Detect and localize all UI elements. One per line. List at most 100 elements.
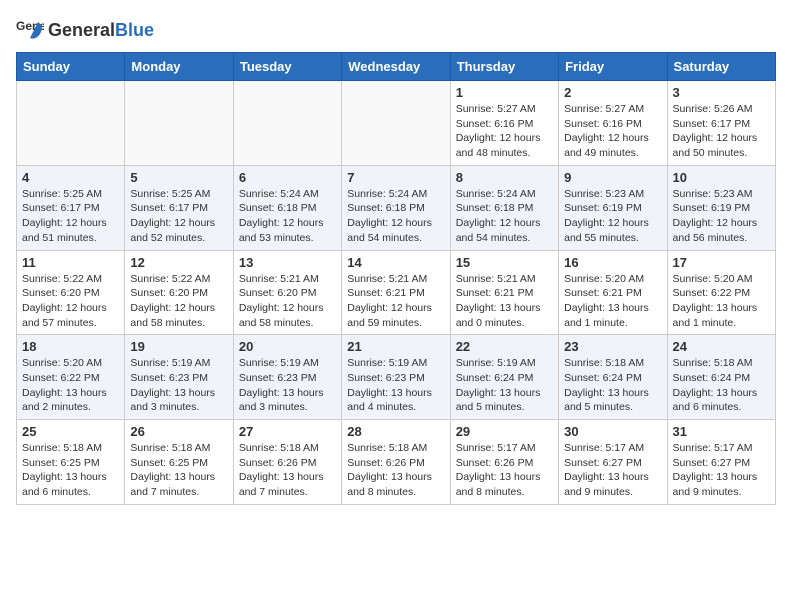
- day-detail: Sunrise: 5:23 AM Sunset: 6:19 PM Dayligh…: [564, 187, 661, 246]
- calendar-cell: 20Sunrise: 5:19 AM Sunset: 6:23 PM Dayli…: [233, 335, 341, 420]
- calendar-cell: 19Sunrise: 5:19 AM Sunset: 6:23 PM Dayli…: [125, 335, 233, 420]
- calendar-cell: 25Sunrise: 5:18 AM Sunset: 6:25 PM Dayli…: [17, 420, 125, 505]
- weekday-header-wednesday: Wednesday: [342, 53, 450, 81]
- calendar-cell: 13Sunrise: 5:21 AM Sunset: 6:20 PM Dayli…: [233, 250, 341, 335]
- calendar-cell: 10 Sunrise: 5:23 AM Sunset: 6:19 PM Dayli…: [667, 165, 775, 250]
- day-number: 8: [456, 170, 553, 185]
- day-number: 1: [456, 85, 553, 100]
- day-detail: Sunrise: 5:17 AM Sunset: 6:26 PM Dayligh…: [456, 441, 553, 500]
- calendar-cell: 15 Sunrise: 5:21 AM Sunset: 6:21 PM Dayli…: [450, 250, 558, 335]
- calendar-cell: 14 Sunrise: 5:21 AM Sunset: 6:21 PM Dayli…: [342, 250, 450, 335]
- day-number: 9: [564, 170, 661, 185]
- logo-general: General: [48, 20, 115, 40]
- day-detail: Sunrise: 5:21 AM Sunset: 6:21 PM Dayligh…: [456, 272, 553, 331]
- calendar-cell: 31Sunrise: 5:17 AM Sunset: 6:27 PM Dayli…: [667, 420, 775, 505]
- logo: General GeneralBlue: [16, 16, 154, 44]
- day-detail: Sunrise: 5:23 AM Sunset: 6:19 PM Dayligh…: [673, 187, 770, 246]
- weekday-header-row: SundayMondayTuesdayWednesdayThursdayFrid…: [17, 53, 776, 81]
- calendar-cell: [233, 81, 341, 166]
- calendar-cell: 29 Sunrise: 5:17 AM Sunset: 6:26 PM Dayli…: [450, 420, 558, 505]
- calendar-cell: 2 Sunrise: 5:27 AM Sunset: 6:16 PM Daylig…: [559, 81, 667, 166]
- day-detail: Sunrise: 5:18 AM Sunset: 6:25 PM Dayligh…: [130, 441, 227, 500]
- day-number: 17: [673, 255, 770, 270]
- calendar-cell: 5 Sunrise: 5:25 AM Sunset: 6:17 PM Daylig…: [125, 165, 233, 250]
- day-detail: Sunrise: 5:21 AM Sunset: 6:20 PM Dayligh…: [239, 272, 336, 331]
- day-number: 10: [673, 170, 770, 185]
- calendar-cell: 22 Sunrise: 5:19 AM Sunset: 6:24 PM Dayli…: [450, 335, 558, 420]
- day-detail: Sunrise: 5:21 AM Sunset: 6:21 PM Dayligh…: [347, 272, 444, 331]
- day-number: 12: [130, 255, 227, 270]
- day-detail: Sunrise: 5:24 AM Sunset: 6:18 PM Dayligh…: [347, 187, 444, 246]
- day-number: 2: [564, 85, 661, 100]
- week-row-2: 4 Sunrise: 5:25 AM Sunset: 6:17 PM Daylig…: [17, 165, 776, 250]
- day-detail: Sunrise: 5:17 AM Sunset: 6:27 PM Dayligh…: [564, 441, 661, 500]
- weekday-header-saturday: Saturday: [667, 53, 775, 81]
- day-detail: Sunrise: 5:18 AM Sunset: 6:24 PM Dayligh…: [673, 356, 770, 415]
- day-number: 15: [456, 255, 553, 270]
- day-detail: Sunrise: 5:27 AM Sunset: 6:16 PM Dayligh…: [456, 102, 553, 161]
- calendar-cell: 21 Sunrise: 5:19 AM Sunset: 6:23 PM Dayli…: [342, 335, 450, 420]
- calendar-cell: 16 Sunrise: 5:20 AM Sunset: 6:21 PM Dayli…: [559, 250, 667, 335]
- calendar-cell: 6 Sunrise: 5:24 AM Sunset: 6:18 PM Daylig…: [233, 165, 341, 250]
- calendar-cell: 1 Sunrise: 5:27 AM Sunset: 6:16 PM Daylig…: [450, 81, 558, 166]
- day-detail: Sunrise: 5:27 AM Sunset: 6:16 PM Dayligh…: [564, 102, 661, 161]
- calendar-cell: 28Sunrise: 5:18 AM Sunset: 6:26 PM Dayli…: [342, 420, 450, 505]
- day-detail: Sunrise: 5:19 AM Sunset: 6:23 PM Dayligh…: [347, 356, 444, 415]
- calendar-cell: 17 Sunrise: 5:20 AM Sunset: 6:22 PM Dayli…: [667, 250, 775, 335]
- weekday-header-tuesday: Tuesday: [233, 53, 341, 81]
- day-number: 21: [347, 339, 444, 354]
- day-number: 5: [130, 170, 227, 185]
- day-number: 29: [456, 424, 553, 439]
- day-number: 18: [22, 339, 119, 354]
- day-number: 27: [239, 424, 336, 439]
- day-detail: Sunrise: 5:25 AM Sunset: 6:17 PM Dayligh…: [22, 187, 119, 246]
- day-number: 22: [456, 339, 553, 354]
- day-detail: Sunrise: 5:19 AM Sunset: 6:24 PM Dayligh…: [456, 356, 553, 415]
- weekday-header-thursday: Thursday: [450, 53, 558, 81]
- header: General GeneralBlue: [16, 16, 776, 44]
- day-number: 28: [347, 424, 444, 439]
- calendar-cell: 24 Sunrise: 5:18 AM Sunset: 6:24 PM Dayli…: [667, 335, 775, 420]
- day-detail: Sunrise: 5:20 AM Sunset: 6:21 PM Dayligh…: [564, 272, 661, 331]
- day-number: 7: [347, 170, 444, 185]
- day-detail: Sunrise: 5:17 AM Sunset: 6:27 PM Dayligh…: [673, 441, 770, 500]
- day-detail: Sunrise: 5:24 AM Sunset: 6:18 PM Dayligh…: [239, 187, 336, 246]
- logo-blue: Blue: [115, 20, 154, 40]
- day-number: 23: [564, 339, 661, 354]
- day-detail: Sunrise: 5:20 AM Sunset: 6:22 PM Dayligh…: [22, 356, 119, 415]
- calendar-cell: 9 Sunrise: 5:23 AM Sunset: 6:19 PM Daylig…: [559, 165, 667, 250]
- calendar-cell: 23 Sunrise: 5:18 AM Sunset: 6:24 PM Dayli…: [559, 335, 667, 420]
- day-number: 24: [673, 339, 770, 354]
- week-row-4: 18 Sunrise: 5:20 AM Sunset: 6:22 PM Dayli…: [17, 335, 776, 420]
- day-detail: Sunrise: 5:18 AM Sunset: 6:25 PM Dayligh…: [22, 441, 119, 500]
- calendar-cell: [17, 81, 125, 166]
- day-number: 4: [22, 170, 119, 185]
- calendar-cell: [125, 81, 233, 166]
- day-detail: Sunrise: 5:22 AM Sunset: 6:20 PM Dayligh…: [130, 272, 227, 331]
- day-number: 14: [347, 255, 444, 270]
- weekday-header-friday: Friday: [559, 53, 667, 81]
- day-number: 3: [673, 85, 770, 100]
- logo-text: GeneralBlue: [48, 20, 154, 41]
- calendar-cell: 30Sunrise: 5:17 AM Sunset: 6:27 PM Dayli…: [559, 420, 667, 505]
- calendar-cell: 26 Sunrise: 5:18 AM Sunset: 6:25 PM Dayli…: [125, 420, 233, 505]
- day-number: 26: [130, 424, 227, 439]
- day-number: 6: [239, 170, 336, 185]
- calendar-cell: 12 Sunrise: 5:22 AM Sunset: 6:20 PM Dayli…: [125, 250, 233, 335]
- day-number: 16: [564, 255, 661, 270]
- week-row-1: 1 Sunrise: 5:27 AM Sunset: 6:16 PM Daylig…: [17, 81, 776, 166]
- day-number: 11: [22, 255, 119, 270]
- calendar-cell: 11 Sunrise: 5:22 AM Sunset: 6:20 PM Dayli…: [17, 250, 125, 335]
- day-detail: Sunrise: 5:20 AM Sunset: 6:22 PM Dayligh…: [673, 272, 770, 331]
- calendar-cell: 4 Sunrise: 5:25 AM Sunset: 6:17 PM Daylig…: [17, 165, 125, 250]
- day-number: 19: [130, 339, 227, 354]
- day-number: 20: [239, 339, 336, 354]
- week-row-3: 11 Sunrise: 5:22 AM Sunset: 6:20 PM Dayli…: [17, 250, 776, 335]
- day-detail: Sunrise: 5:25 AM Sunset: 6:17 PM Dayligh…: [130, 187, 227, 246]
- logo-icon: General: [16, 16, 44, 44]
- day-detail: Sunrise: 5:22 AM Sunset: 6:20 PM Dayligh…: [22, 272, 119, 331]
- week-row-5: 25Sunrise: 5:18 AM Sunset: 6:25 PM Dayli…: [17, 420, 776, 505]
- calendar-cell: 3 Sunrise: 5:26 AM Sunset: 6:17 PM Daylig…: [667, 81, 775, 166]
- day-detail: Sunrise: 5:18 AM Sunset: 6:24 PM Dayligh…: [564, 356, 661, 415]
- day-detail: Sunrise: 5:26 AM Sunset: 6:17 PM Dayligh…: [673, 102, 770, 161]
